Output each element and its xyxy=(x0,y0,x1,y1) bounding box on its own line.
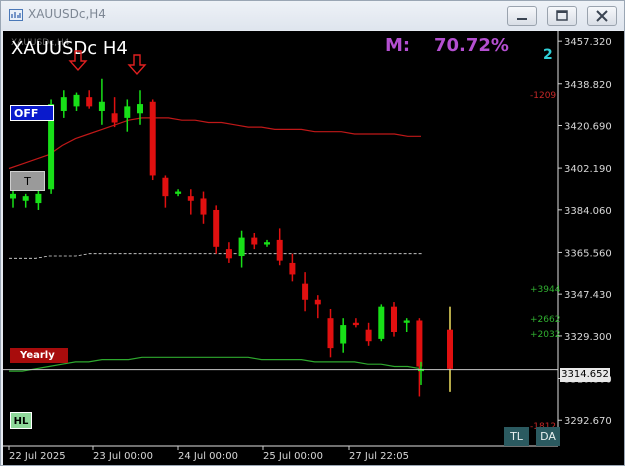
price-tick-label: 3402.190 xyxy=(564,164,612,175)
close-button[interactable] xyxy=(587,6,617,26)
candle-body xyxy=(73,94,80,107)
down-arrow-icon xyxy=(127,54,147,76)
candle-body xyxy=(276,239,283,261)
time-axis: 22 Jul 2025 23 Jul 00:00 24 Jul 00:00 25 Ju… xyxy=(8,446,409,462)
candle-body xyxy=(289,262,296,275)
candle-body xyxy=(200,198,207,215)
tl-button[interactable]: TL xyxy=(504,427,529,446)
price-tick-label: 3457.320 xyxy=(564,37,612,48)
chart-canvas: 3457.320 3438.820 3420.690 3402.190 3384.060… xyxy=(3,31,612,462)
off-toggle-button[interactable]: OFF xyxy=(10,105,54,121)
candle-body xyxy=(213,209,220,247)
candle-body xyxy=(352,322,359,326)
price-tick-label: 3365.560 xyxy=(564,248,612,259)
candle-body xyxy=(124,106,131,118)
current-price-tag: 3314.652 xyxy=(560,368,610,382)
price-tick-label: 3329.300 xyxy=(564,332,612,343)
window-title: XAUUSDc,H4 xyxy=(28,7,106,21)
candle-body xyxy=(225,249,232,259)
candle-body xyxy=(149,101,156,176)
chart-window-icon xyxy=(9,9,23,21)
moving-average-line xyxy=(9,253,423,259)
candle-body xyxy=(302,283,309,300)
t-button[interactable]: T xyxy=(10,171,45,191)
corner-number: 2 xyxy=(543,47,553,63)
candle-body xyxy=(314,299,321,305)
metric-value: 70.72% xyxy=(434,35,509,56)
close-icon xyxy=(596,10,608,22)
candle-body xyxy=(35,193,42,204)
annotation-green-2: +2662 xyxy=(530,315,560,325)
candle-body xyxy=(238,237,245,257)
time-tick-label: 22 Jul 2025 xyxy=(9,451,66,462)
price-tick-label: 3384.060 xyxy=(564,206,612,217)
yearly-level-label: Yearly xyxy=(10,348,68,363)
candles xyxy=(10,78,453,397)
time-tick-label: 24 Jul 00:00 xyxy=(178,451,238,462)
minimize-icon xyxy=(517,18,527,20)
title-bar[interactable]: XAUUSDc,H4 xyxy=(1,1,624,30)
metric-label: M: xyxy=(385,35,410,56)
da-button[interactable]: DA xyxy=(536,427,560,446)
candle-body xyxy=(251,237,258,245)
candle-body xyxy=(264,242,270,245)
price-tick-label: 3347.430 xyxy=(564,290,612,301)
candle-body xyxy=(378,306,385,339)
price-chart[interactable]: 3457.320 3438.820 3420.690 3402.190 3384.060… xyxy=(3,31,624,465)
price-tick-label: 3438.820 xyxy=(564,80,612,91)
candle-body xyxy=(162,177,169,197)
minimize-button[interactable] xyxy=(507,6,537,26)
chart-window: XAUUSDc,H4 3457.320 3438.820 3420.690 3402.… xyxy=(0,0,625,466)
candle-body xyxy=(60,97,67,111)
hl-button[interactable]: HL xyxy=(10,412,32,429)
candle-body xyxy=(403,320,410,323)
price-tick-label: 3292.670 xyxy=(564,416,612,427)
moving-average-line xyxy=(9,356,422,372)
time-tick-label: 27 Jul 22:05 xyxy=(349,451,409,462)
time-tick-label: 23 Jul 00:00 xyxy=(93,451,153,462)
candle-body xyxy=(98,101,105,111)
candle-body xyxy=(175,191,182,194)
candle-body xyxy=(111,113,118,123)
candle-body xyxy=(86,97,93,107)
symbol-label: XAUUSDc H4 xyxy=(11,38,128,59)
price-tick-label: 3420.690 xyxy=(564,122,612,133)
candle-body xyxy=(10,193,16,199)
time-tick-label: 25 Jul 00:00 xyxy=(263,451,323,462)
candle-body xyxy=(187,196,194,201)
annotation-green-3: +2032 xyxy=(530,330,560,340)
annotation-green-1: +3944 xyxy=(530,285,561,295)
annotation-red-top: -1209 xyxy=(530,91,556,101)
candle-body xyxy=(327,318,334,349)
candle-body xyxy=(137,104,143,114)
maximize-button[interactable] xyxy=(547,6,577,26)
candle-body xyxy=(447,329,453,369)
maximize-icon xyxy=(556,10,568,21)
moving-average-line xyxy=(8,117,421,170)
candle-body xyxy=(340,325,347,344)
candle-body xyxy=(22,196,29,201)
candle-body xyxy=(416,320,423,367)
candle-body xyxy=(391,306,397,332)
candle-body xyxy=(365,329,372,342)
